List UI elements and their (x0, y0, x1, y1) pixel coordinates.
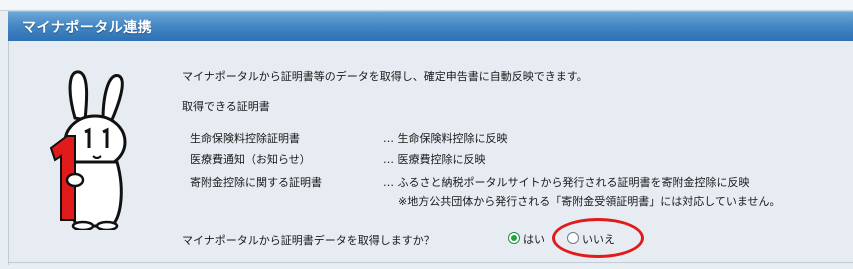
certificate-desc: … 医療費控除に反映 (383, 153, 486, 166)
section-header: マイナポータル連携 (8, 11, 853, 41)
section-title: マイナポータル連携 (22, 20, 153, 36)
yes-radio[interactable] (508, 232, 520, 244)
certificate-desc: … ふるさと納税ポータルサイトから発行される証明書を寄附金控除に反映 (383, 176, 750, 189)
highlight-circle (552, 218, 644, 258)
certificate-name: 寄附金控除に関する証明書 (190, 176, 322, 189)
panel-bottom-border (8, 262, 853, 263)
certificate-note: ※地方公共団体から発行される「寄附金受領証明書」には対応していません。 (398, 195, 781, 208)
intro-text: マイナポータルから証明書等のデータを取得し、確定申告書に自動反映できます。 (182, 70, 588, 83)
mynumber-mascot-icon (49, 70, 127, 230)
certificate-name: 生命保険料控除証明書 (190, 132, 300, 145)
certificates-heading: 取得できる証明書 (182, 100, 270, 113)
certificate-desc: … 生命保険料控除に反映 (383, 132, 508, 145)
top-strip (0, 0, 853, 11)
certificate-name: 医療費通知（お知らせ） (190, 153, 311, 166)
yes-radio-label[interactable]: はい (523, 231, 545, 247)
fetch-question: マイナポータルから証明書データを取得しますか？ (182, 234, 435, 247)
